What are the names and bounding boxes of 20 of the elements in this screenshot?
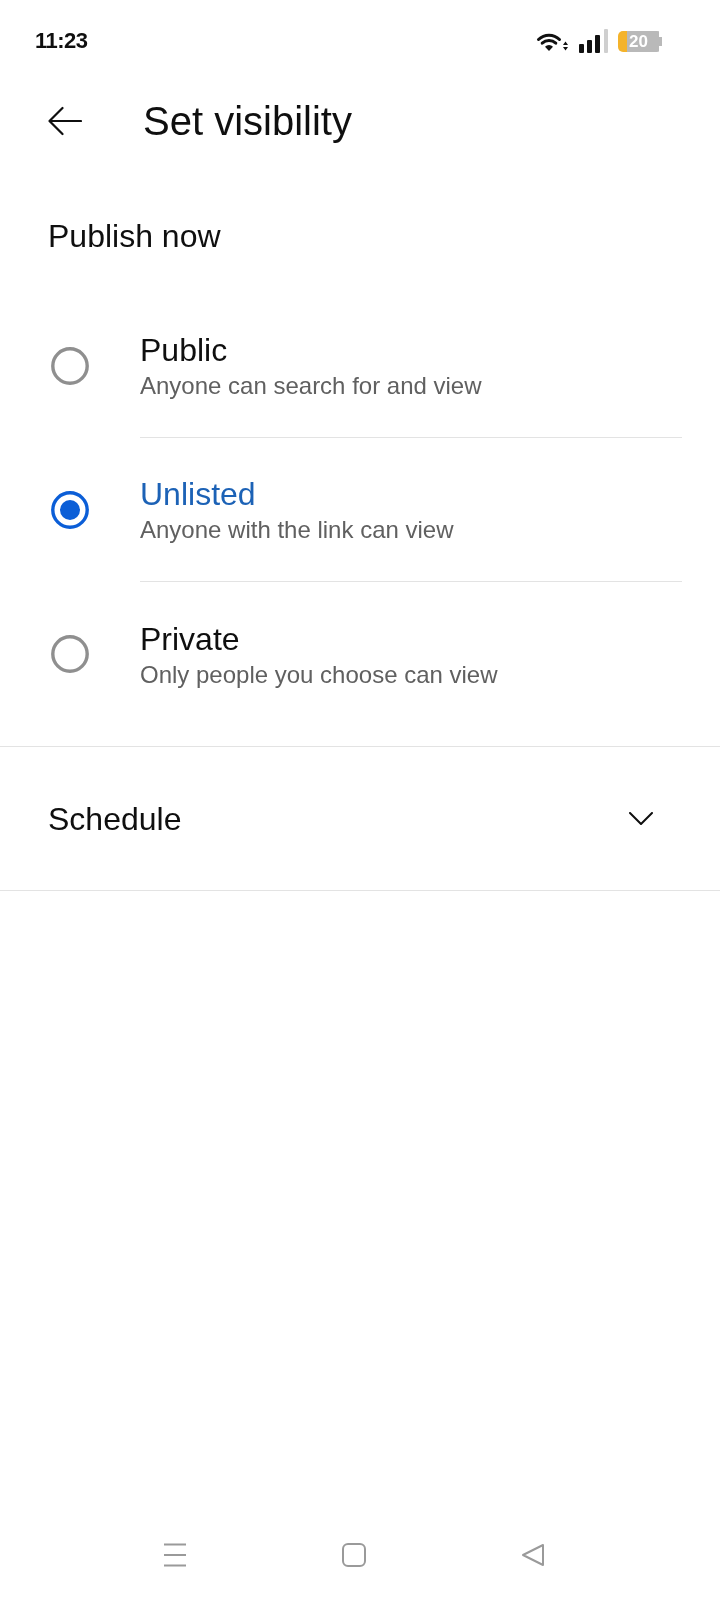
- option-title[interactable]: Private: [140, 619, 240, 658]
- signal-icon: [579, 29, 608, 53]
- battery-indicator: 20: [618, 30, 662, 52]
- square-icon[interactable]: [342, 1543, 366, 1567]
- radio-button[interactable]: [51, 491, 89, 529]
- page-title: Set visibility: [143, 98, 352, 145]
- option-title[interactable]: Public: [140, 331, 228, 369]
- chevron-down-icon[interactable]: [629, 812, 653, 825]
- back-icon[interactable]: [521, 1543, 545, 1567]
- radio-button[interactable]: [51, 347, 89, 385]
- schedule-label[interactable]: Schedule: [48, 799, 182, 838]
- menu-icon[interactable]: [163, 1543, 187, 1567]
- section-heading: Publish now: [48, 217, 221, 255]
- back-arrow-icon[interactable]: [47, 106, 82, 136]
- radio-button[interactable]: [51, 635, 89, 673]
- option-description: Anyone can search for and view: [140, 371, 482, 400]
- option-description: Only people you choose can view: [140, 659, 498, 689]
- status-time: 11:23: [35, 30, 88, 52]
- option-title[interactable]: Unlisted: [140, 475, 256, 513]
- option-description: Anyone with the link can view: [140, 515, 454, 544]
